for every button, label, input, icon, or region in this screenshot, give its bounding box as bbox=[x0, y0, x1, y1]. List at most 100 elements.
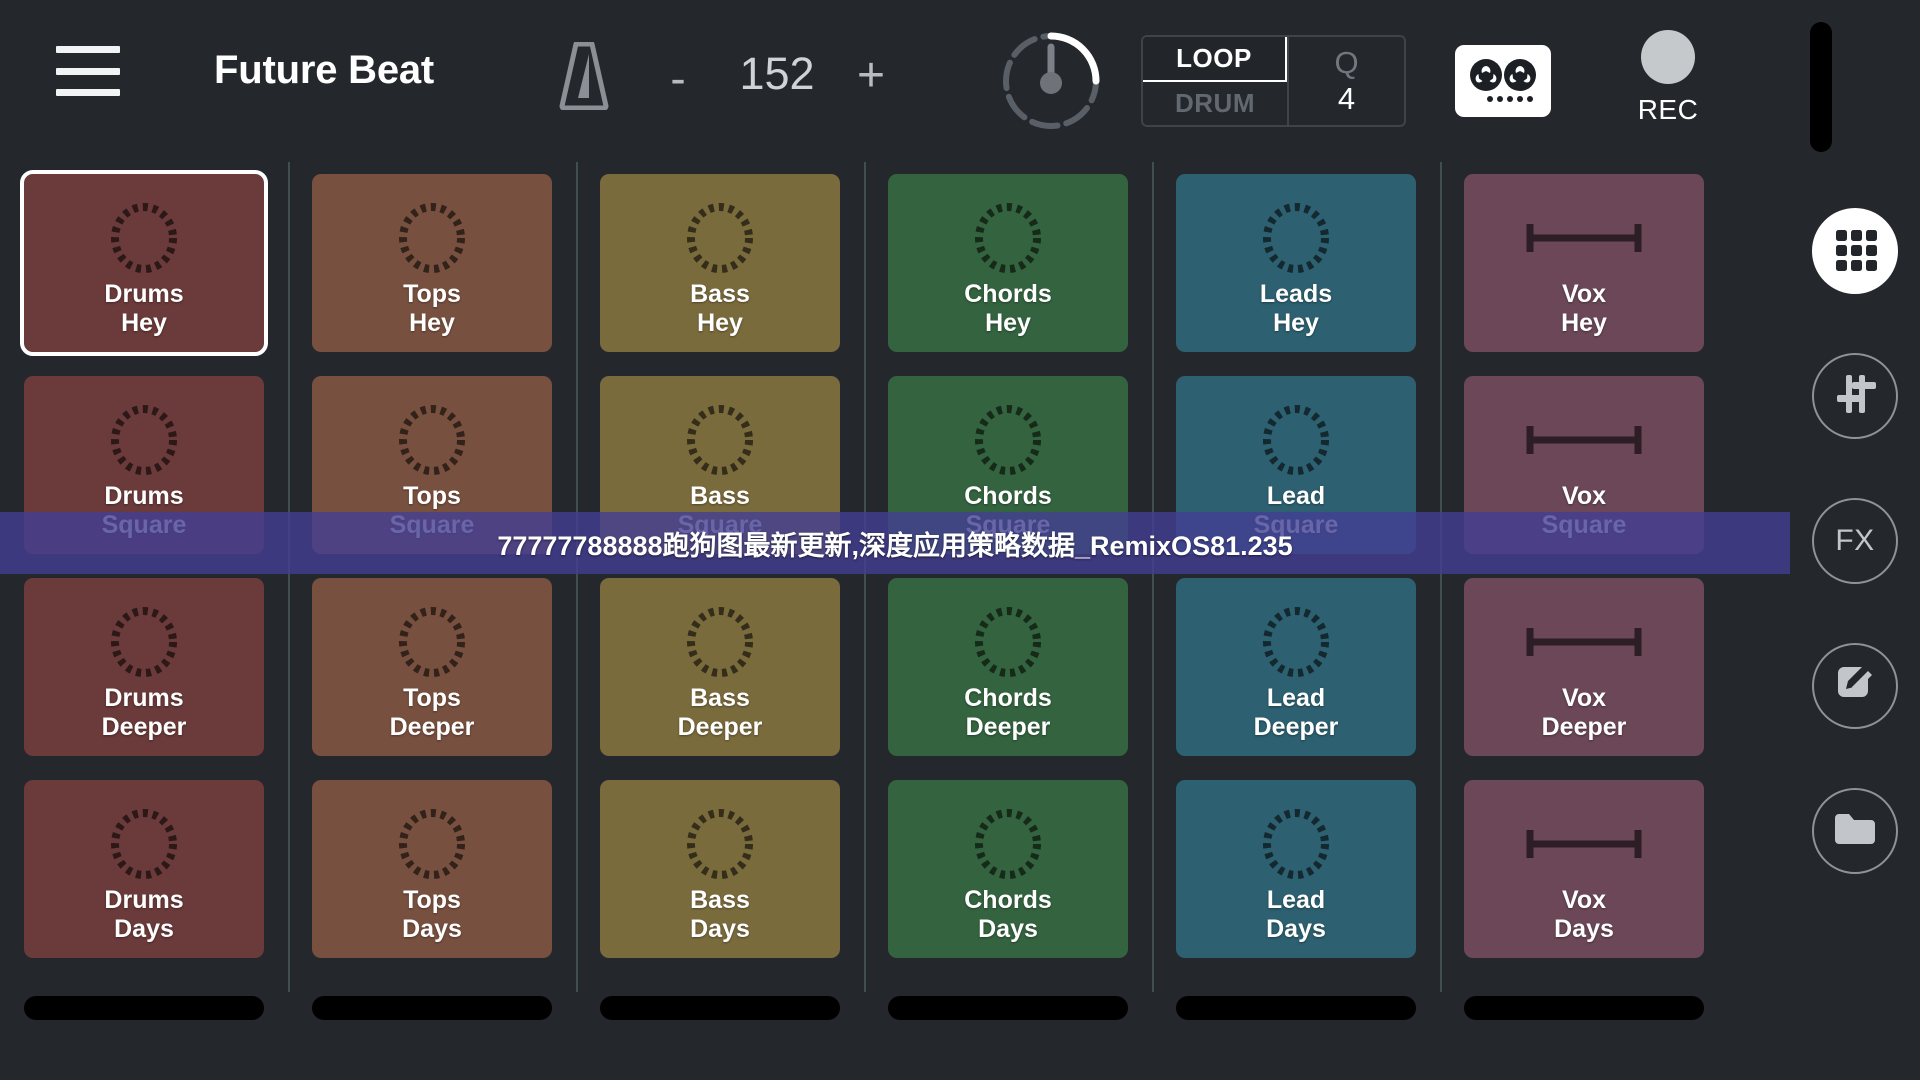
track-column-vox: Vox Hey Vox Square Vox Deeper Vox Days bbox=[1440, 162, 1728, 1080]
loop-circle-icon bbox=[102, 400, 186, 480]
clip-cell[interactable]: Vox Days bbox=[1464, 780, 1704, 958]
clip-cell[interactable]: Lead Square bbox=[1176, 376, 1416, 554]
quantize-button[interactable]: Q 4 bbox=[1289, 37, 1404, 125]
clip-cell[interactable]: Bass Hey bbox=[600, 174, 840, 352]
tempo-value[interactable]: 152 bbox=[712, 48, 842, 100]
loop-circle-icon bbox=[102, 602, 186, 682]
clip-label-line2: Hey bbox=[985, 309, 1031, 337]
loop-circle-icon bbox=[966, 400, 1050, 480]
clip-label: Leads Hey bbox=[1176, 280, 1416, 338]
clip-cell[interactable]: Drums Deeper bbox=[24, 578, 264, 756]
clip-label-line1: Drums bbox=[104, 684, 184, 712]
clip-label-line2: Deeper bbox=[1253, 713, 1339, 741]
grid-view-button[interactable] bbox=[1812, 208, 1898, 294]
record-dot-icon bbox=[1641, 30, 1695, 84]
clip-label-line2: Hey bbox=[409, 309, 455, 337]
clip-label-line1: Tops bbox=[403, 684, 461, 712]
loop-circle-icon bbox=[102, 198, 186, 278]
clip-cell[interactable]: Vox Deeper bbox=[1464, 578, 1704, 756]
clip-cell[interactable]: Tops Square bbox=[312, 376, 552, 554]
clip-label-line2: Deeper bbox=[101, 713, 187, 741]
loop-circle-icon bbox=[966, 198, 1050, 278]
track-column-tops: Tops Hey Tops Square Tops Deeper Tops Days bbox=[288, 162, 576, 1080]
clip-label-line1: Vox bbox=[1562, 886, 1606, 914]
clip-label-line1: Chords bbox=[964, 280, 1052, 308]
clip-label-line1: Tops bbox=[403, 482, 461, 510]
clip-label: Chords Square bbox=[888, 482, 1128, 540]
clip-label: Lead Days bbox=[1176, 886, 1416, 944]
hamburger-menu-icon[interactable] bbox=[56, 46, 120, 96]
edit-pencil-icon bbox=[1834, 663, 1876, 710]
mixer-button[interactable] bbox=[1812, 353, 1898, 439]
clip-cell[interactable]: Tops Hey bbox=[312, 174, 552, 352]
track-column-bass: Bass Hey Bass Square Bass Deeper Bass Days bbox=[576, 162, 864, 1080]
loop-circle-icon bbox=[678, 198, 762, 278]
tape-recorder-icon[interactable] bbox=[1455, 45, 1551, 117]
clip-label: Lead Square bbox=[1176, 482, 1416, 540]
clip-cell[interactable]: Drums Hey bbox=[20, 170, 268, 356]
column-stop-button[interactable] bbox=[600, 996, 840, 1020]
clip-label: Chords Days bbox=[888, 886, 1128, 944]
clip-label: Bass Hey bbox=[600, 280, 840, 338]
clip-label-line1: Tops bbox=[403, 886, 461, 914]
clip-label-line1: Drums bbox=[104, 482, 184, 510]
record-button[interactable]: REC bbox=[1608, 30, 1728, 126]
clip-cell[interactable]: Drums Square bbox=[24, 376, 264, 554]
clip-cell[interactable]: Lead Deeper bbox=[1176, 578, 1416, 756]
browse-button[interactable] bbox=[1812, 788, 1898, 874]
clip-cell[interactable]: Vox Square bbox=[1464, 376, 1704, 554]
clip-cell[interactable]: Vox Hey bbox=[1464, 174, 1704, 352]
loop-circle-icon bbox=[966, 602, 1050, 682]
edit-button[interactable] bbox=[1812, 643, 1898, 729]
clip-cell[interactable]: Chords Days bbox=[888, 780, 1128, 958]
tempo-increment-button[interactable]: + bbox=[845, 48, 897, 104]
clip-cell[interactable]: Drums Days bbox=[24, 780, 264, 958]
master-volume-knob[interactable] bbox=[995, 25, 1107, 137]
menu-bar-2 bbox=[56, 67, 120, 75]
clip-cell[interactable]: Chords Deeper bbox=[888, 578, 1128, 756]
metronome-icon[interactable] bbox=[556, 41, 612, 111]
loop-circle-icon bbox=[678, 602, 762, 682]
record-label: REC bbox=[1637, 94, 1699, 125]
column-stop-button[interactable] bbox=[888, 996, 1128, 1020]
loop-circle-icon bbox=[1254, 198, 1338, 278]
clip-label-line2: Square bbox=[677, 511, 763, 539]
song-title: Future Beat bbox=[214, 48, 435, 92]
clip-cell[interactable]: Lead Days bbox=[1176, 780, 1416, 958]
master-stop-bar[interactable] bbox=[1810, 22, 1832, 152]
loop-circle-icon bbox=[1254, 400, 1338, 480]
clip-cell[interactable]: Bass Square bbox=[600, 376, 840, 554]
folder-icon bbox=[1833, 810, 1877, 853]
clip-label-line1: Drums bbox=[104, 280, 184, 308]
tempo-decrement-button[interactable]: - bbox=[655, 52, 701, 104]
column-stop-button[interactable] bbox=[312, 996, 552, 1020]
loop-mode-button[interactable]: LOOP bbox=[1143, 37, 1287, 82]
clip-cell[interactable]: Bass Deeper bbox=[600, 578, 840, 756]
clip-label-line2: Square bbox=[389, 511, 475, 539]
clip-label: Drums Hey bbox=[24, 280, 264, 338]
clip-label-line1: Chords bbox=[964, 886, 1052, 914]
app-root: Future Beat - 152 + LOOP DRUM Q 4 REC Dr… bbox=[0, 0, 1920, 1080]
clip-cell[interactable]: Chords Hey bbox=[888, 174, 1128, 352]
clip-label: Drums Deeper bbox=[24, 684, 264, 742]
clip-label-line1: Bass bbox=[690, 684, 750, 712]
app-header: Future Beat - 152 + LOOP DRUM Q 4 REC bbox=[0, 0, 1920, 162]
clip-cell[interactable]: Chords Square bbox=[888, 376, 1128, 554]
clip-label-line2: Days bbox=[690, 915, 750, 943]
clip-cell[interactable]: Leads Hey bbox=[1176, 174, 1416, 352]
fx-button[interactable]: FX bbox=[1812, 498, 1898, 584]
clip-cell[interactable]: Bass Days bbox=[600, 780, 840, 958]
clip-label-line2: Days bbox=[402, 915, 462, 943]
clip-grid: Drums Hey Drums Square Drums Deeper Drums Days T… bbox=[0, 162, 1790, 1080]
clip-cell[interactable]: Tops Deeper bbox=[312, 578, 552, 756]
drum-mode-button[interactable]: DRUM bbox=[1143, 82, 1287, 125]
column-stop-button[interactable] bbox=[1176, 996, 1416, 1020]
loop-circle-icon bbox=[1254, 804, 1338, 884]
sliders-icon bbox=[1832, 371, 1878, 422]
loop-circle-icon bbox=[390, 804, 474, 884]
column-stop-button[interactable] bbox=[1464, 996, 1704, 1020]
clip-cell[interactable]: Tops Days bbox=[312, 780, 552, 958]
clip-label-line2: Hey bbox=[1561, 309, 1607, 337]
track-column-drums: Drums Hey Drums Square Drums Deeper Drums Days bbox=[0, 162, 288, 1080]
column-stop-button[interactable] bbox=[24, 996, 264, 1020]
